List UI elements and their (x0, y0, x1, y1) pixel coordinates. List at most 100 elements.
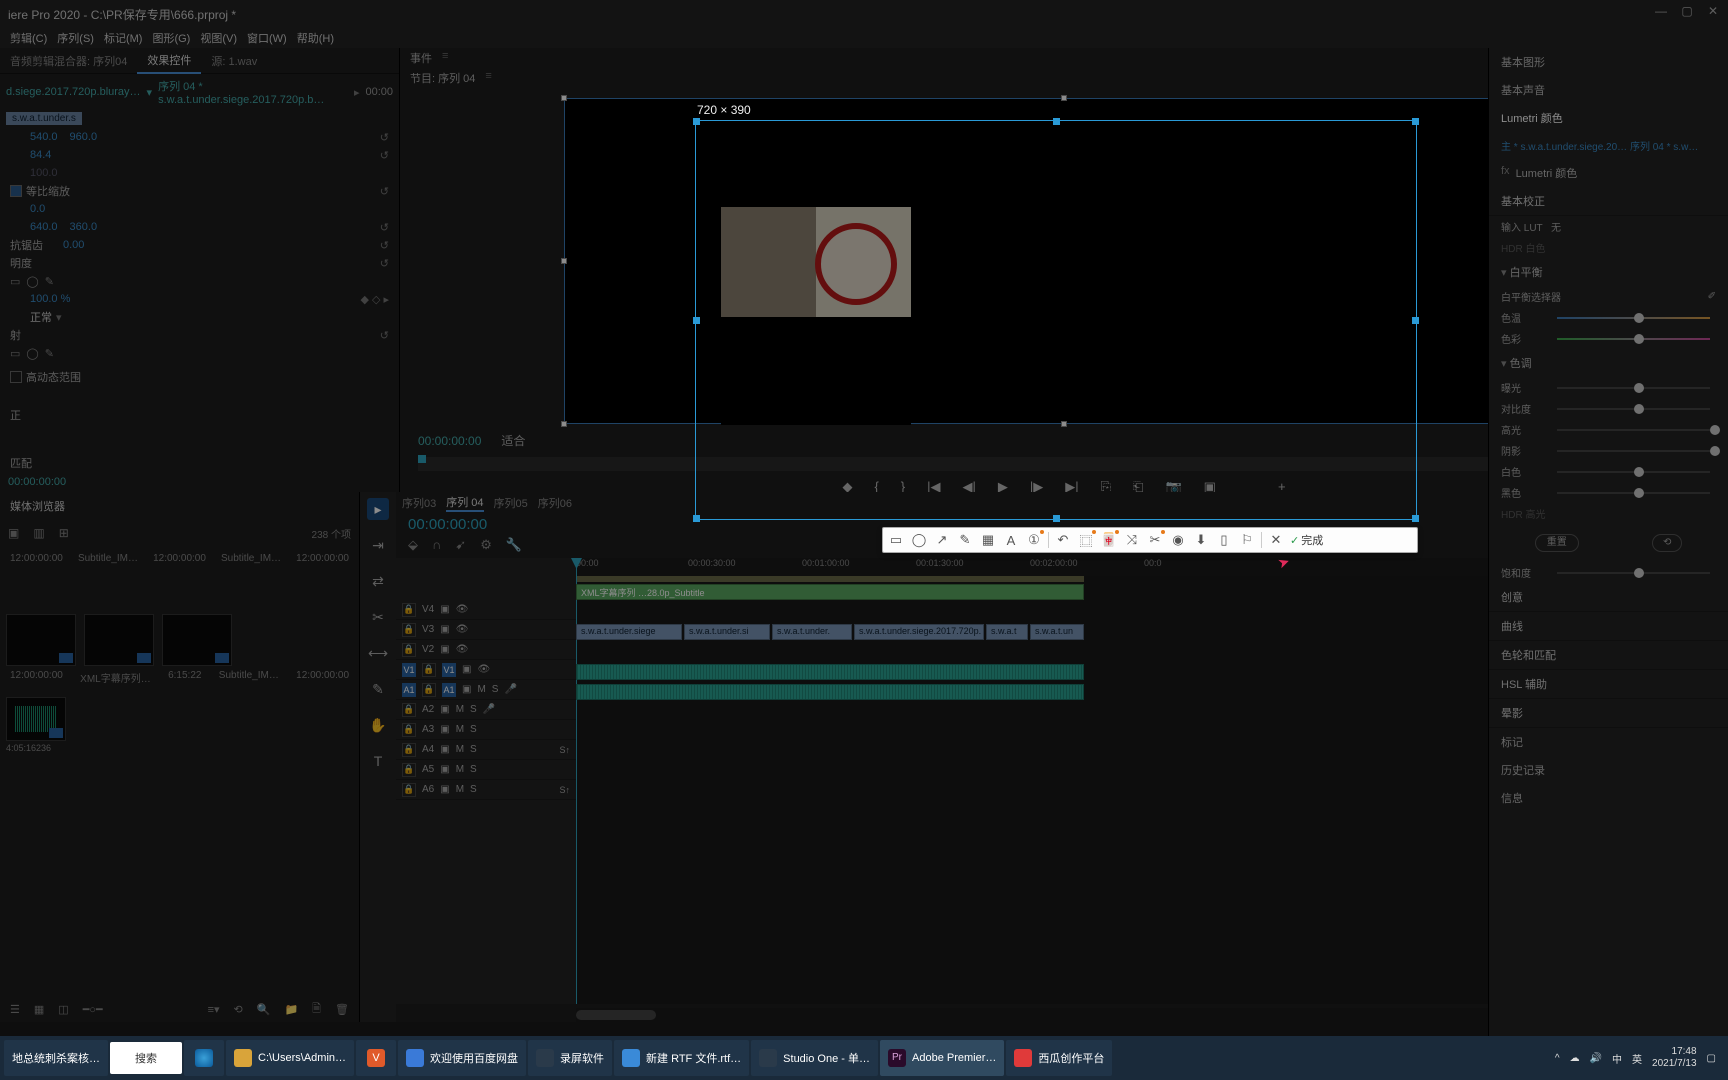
project-item[interactable] (84, 614, 154, 666)
anchor-x[interactable]: 640.0 (30, 221, 58, 233)
task-baidu[interactable]: 欢迎使用百度网盘 (398, 1040, 526, 1076)
bin-icon[interactable]: ▣ (8, 526, 19, 541)
auto-button[interactable]: ⟲ (1652, 534, 1682, 552)
resize-handle[interactable] (561, 95, 567, 101)
menu-window[interactable]: 窗口(W) (245, 30, 289, 46)
hdr-checkbox[interactable] (10, 371, 22, 383)
link-icon[interactable]: ∩ (432, 537, 441, 553)
tray-sound-icon[interactable]: 🔊 (1590, 1053, 1602, 1064)
tab-seq05[interactable]: 序列05 (494, 495, 528, 511)
zoom-slider[interactable]: ━○━ (83, 1003, 103, 1016)
task-studio-one[interactable]: Studio One - 单… (751, 1040, 878, 1076)
freeform-icon[interactable]: ◫ (58, 1003, 68, 1016)
tab-history[interactable]: 历史记录 (1489, 756, 1728, 784)
minimize-button[interactable]: — (1654, 4, 1668, 18)
list-view-icon[interactable]: ☰ (10, 1003, 20, 1016)
shadows-slider[interactable] (1557, 450, 1710, 452)
exposure-slider[interactable] (1557, 387, 1710, 389)
project-item[interactable] (6, 697, 66, 741)
reset-icon[interactable]: ↺ (380, 329, 389, 342)
snip-text-icon[interactable]: A (1002, 531, 1020, 549)
panel-menu-icon[interactable]: ≡ (442, 50, 448, 66)
track-header-a1[interactable]: A1🔒A1▣MS🎤 (396, 680, 576, 700)
wb-section[interactable]: 白平衡 (1510, 267, 1543, 279)
project-item[interactable] (162, 614, 232, 666)
razor-tool[interactable]: ✂ (367, 606, 389, 628)
snip-done-button[interactable]: ✓完成 (1290, 532, 1323, 548)
menu-clip[interactable]: 剪辑(C) (8, 30, 49, 46)
snip-rect-icon[interactable]: ▭ (887, 531, 905, 549)
snip-cut-icon[interactable]: ✂ (1146, 531, 1164, 549)
close-button[interactable]: ✕ (1706, 4, 1720, 18)
track-header-a6[interactable]: 🔒A6▣MSS↑ (396, 780, 576, 800)
blacks-slider[interactable] (1557, 492, 1710, 494)
tab-markers[interactable]: 标记 (1489, 728, 1728, 756)
mask-rect-icon[interactable]: ▭ (10, 275, 20, 288)
zoom-fit[interactable]: 适合 (501, 432, 525, 449)
snip-ocr-icon[interactable]: ⿴ (1077, 531, 1095, 549)
project-item[interactable] (6, 614, 76, 666)
mask-pen-icon[interactable]: ✎ (45, 275, 54, 288)
menu-graphics[interactable]: 图形(G) (150, 30, 192, 46)
clip-chip[interactable]: s.w.a.t.under.s (6, 112, 82, 125)
task-recorder[interactable]: 录屏软件 (528, 1040, 612, 1076)
position-x[interactable]: 540.0 (30, 131, 58, 143)
mask-ellipse-icon[interactable]: ◯ (26, 347, 38, 360)
video-clip[interactable]: s.w.a.t.under.siege.2017.720p. (854, 624, 984, 640)
tab-seq04[interactable]: 序列 04 (446, 494, 483, 512)
snip-counter-icon[interactable]: ① (1025, 531, 1043, 549)
tab-source[interactable]: 源: 1.wav (201, 49, 267, 73)
tint-slider[interactable] (1557, 338, 1710, 340)
task-item[interactable]: 地总统刺杀案核… (4, 1040, 108, 1076)
reset-icon[interactable]: ↺ (380, 257, 389, 270)
task-explorer[interactable]: C:\Users\Admin… (226, 1040, 354, 1076)
type-tool[interactable]: T (367, 750, 389, 772)
tab-seq06[interactable]: 序列06 (538, 495, 572, 511)
snip-close-icon[interactable]: ✕ (1267, 531, 1285, 549)
video-clip[interactable]: s.w.a.t (986, 624, 1028, 640)
menu-marker[interactable]: 标记(M) (102, 30, 145, 46)
panel-timecode[interactable]: 00:00:00:00 (0, 472, 399, 492)
tray-cloud-icon[interactable]: ☁ (1570, 1053, 1580, 1064)
position-y[interactable]: 960.0 (70, 131, 98, 143)
task-vpn[interactable]: V (356, 1040, 396, 1076)
temp-slider[interactable] (1557, 317, 1710, 319)
tray-clock[interactable]: 17:48 2021/7/13 (1652, 1046, 1697, 1070)
timeline-scrollbar[interactable] (576, 1008, 1488, 1022)
task-xigua[interactable]: 西瓜创作平台 (1006, 1040, 1112, 1076)
whites-slider[interactable] (1557, 471, 1710, 473)
snap-icon[interactable]: ⬙ (408, 537, 418, 553)
reset-icon[interactable]: ↺ (380, 149, 389, 162)
snip-record-icon[interactable]: ◉ (1169, 531, 1187, 549)
tab-events[interactable]: 事件 (410, 50, 432, 66)
chevron-down-icon[interactable]: ▾ (147, 86, 153, 99)
video-clip[interactable]: s.w.a.t.under.si (684, 624, 770, 640)
saturation-slider[interactable] (1557, 572, 1710, 574)
opacity-value[interactable]: 100.0 % (30, 293, 70, 305)
trash-icon[interactable]: 🗑 (335, 1003, 349, 1016)
timeline-content[interactable]: 00:00 00:00:30:00 00:01:00:00 00:01:30:0… (576, 558, 1488, 1004)
task-premiere[interactable]: PrAdobe Premier… (880, 1040, 1004, 1076)
playhead-icon[interactable] (418, 455, 426, 463)
audio-clip[interactable] (576, 684, 1084, 700)
settings-icon[interactable]: ⚙ (480, 537, 492, 553)
section-wheels[interactable]: 色轮和匹配 (1489, 641, 1728, 670)
section-curves[interactable]: 曲线 (1489, 612, 1728, 641)
snip-selection[interactable] (695, 120, 1417, 520)
tab-essential-sound[interactable]: 基本声音 (1489, 76, 1728, 104)
tab-audio-mixer[interactable]: 音频剪辑混合器: 序列04 (0, 49, 137, 73)
reset-icon[interactable]: ↺ (380, 131, 389, 144)
track-header-v3[interactable]: 🔒V3▣👁 (396, 620, 576, 640)
resize-handle[interactable] (561, 258, 567, 264)
source-clip-b[interactable]: 序列 04 * s.w.a.t.under.siege.2017.720p.b… (158, 78, 348, 106)
snip-pen-icon[interactable]: ✎ (956, 531, 974, 549)
snip-pin-icon[interactable]: ⚐ (1238, 531, 1256, 549)
snip-download-icon[interactable]: ⬇ (1192, 531, 1210, 549)
snip-arrow-icon[interactable]: ↗ (933, 531, 951, 549)
mask-pen-icon[interactable]: ✎ (45, 347, 54, 360)
section-hsl[interactable]: HSL 辅助 (1489, 670, 1728, 699)
snip-phone-icon[interactable]: ▯ (1215, 531, 1233, 549)
section-basic[interactable]: 基本校正 (1501, 196, 1545, 208)
snip-shuffle-icon[interactable]: ⤨ (1123, 531, 1141, 549)
play-icon[interactable]: ▸ (354, 86, 360, 99)
